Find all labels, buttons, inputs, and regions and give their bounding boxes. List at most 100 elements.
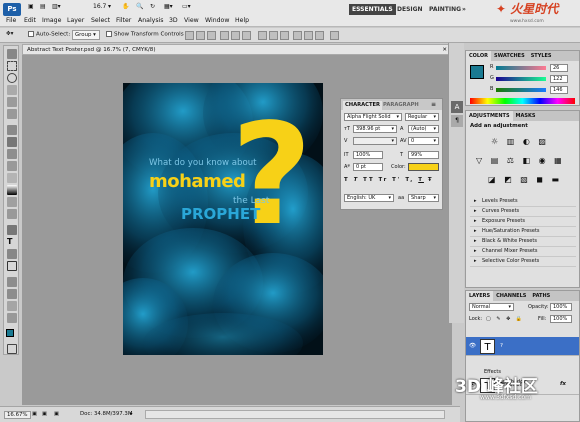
subscript-button[interactable]: T, bbox=[405, 177, 414, 183]
hand-tool-icon[interactable] bbox=[7, 301, 17, 311]
preset-levels[interactable]: Levels Presets bbox=[470, 197, 576, 207]
quick-mask-icon[interactable] bbox=[7, 344, 17, 354]
tab-paragraph[interactable]: PARAGRAPH bbox=[381, 101, 421, 110]
move-tool-preset-icon[interactable]: ✥▾ bbox=[6, 31, 14, 37]
blur-tool-icon[interactable] bbox=[7, 197, 17, 207]
history-brush-tool-icon[interactable] bbox=[7, 161, 17, 171]
view-extras-icon[interactable]: ▥▾ bbox=[52, 3, 61, 10]
document-tab[interactable]: Abstract Text Poster.psd @ 16.7% (7, CMY… bbox=[22, 44, 452, 55]
screen-mode-icon[interactable]: ▭▾ bbox=[182, 3, 191, 10]
crop-tool-icon[interactable] bbox=[7, 97, 17, 107]
workspace-design[interactable]: DESIGN bbox=[394, 4, 426, 15]
superscript-button[interactable]: T' bbox=[392, 177, 401, 183]
align-left-icon[interactable] bbox=[220, 31, 229, 40]
3d-orbit-tool-icon[interactable] bbox=[7, 289, 17, 299]
workspace-essentials[interactable]: ESSENTIALS bbox=[349, 4, 396, 15]
adjustment-icons-row-2[interactable]: ▽ ▤ ⚖ ◧ ◉ ▦ bbox=[476, 156, 565, 165]
menu-edit[interactable]: Edit bbox=[24, 17, 36, 24]
font-family-dropdown[interactable]: Alpha Flight Solid ▾ bbox=[344, 113, 402, 121]
tracking-field[interactable]: 0 ▾ bbox=[408, 137, 439, 145]
auto-align-icon[interactable] bbox=[330, 31, 339, 40]
tab-color[interactable]: COLOR bbox=[466, 51, 492, 61]
font-style-dropdown[interactable]: Regular ▾ bbox=[405, 113, 439, 121]
align-bottom-icon[interactable] bbox=[207, 31, 216, 40]
3d-rotate-tool-icon[interactable] bbox=[7, 277, 17, 287]
layer-row-question[interactable]: 👁 T ? bbox=[466, 337, 579, 356]
horizontal-scrollbar[interactable] bbox=[145, 410, 445, 419]
all-caps-button[interactable]: TT bbox=[363, 177, 374, 183]
menu-image[interactable]: Image bbox=[42, 17, 61, 24]
foreground-color-swatch[interactable] bbox=[6, 329, 14, 337]
gradient-tool-icon[interactable] bbox=[7, 185, 17, 195]
vertical-scale-field[interactable]: 100% bbox=[353, 151, 383, 159]
rotate-view-icon[interactable]: ↻ bbox=[150, 3, 155, 10]
eyedropper-tool-icon[interactable] bbox=[7, 109, 17, 119]
menu-window[interactable]: Window bbox=[205, 17, 229, 24]
strikethrough-button[interactable]: Ŧ bbox=[428, 177, 434, 183]
zoom-tool-icon[interactable]: 🔍 bbox=[136, 3, 143, 10]
type-tool-icon[interactable]: T bbox=[7, 237, 17, 247]
g-slider[interactable] bbox=[496, 77, 546, 81]
text-color-swatch[interactable] bbox=[408, 163, 439, 171]
r-value[interactable]: 26 bbox=[550, 64, 568, 72]
preset-selective-color[interactable]: Selective Color Presets bbox=[470, 257, 576, 267]
opacity-field[interactable]: 100% bbox=[550, 303, 572, 311]
auto-select-checkbox[interactable]: Auto-Select: bbox=[28, 31, 70, 38]
faux-italic-button[interactable]: T bbox=[354, 177, 360, 183]
shape-tool-icon[interactable] bbox=[7, 261, 17, 271]
path-select-tool-icon[interactable] bbox=[7, 249, 17, 259]
baseline-shift-field[interactable]: 0 pt bbox=[353, 163, 383, 171]
mini-bridge-icon[interactable]: ▤ bbox=[40, 3, 46, 10]
fill-field[interactable]: 100% bbox=[550, 315, 572, 323]
menu-filter[interactable]: Filter bbox=[116, 17, 131, 24]
adjustment-icons-row-1[interactable]: ☼ ▥ ◐ ▨ bbox=[491, 137, 549, 146]
distribute-right-icon[interactable] bbox=[315, 31, 324, 40]
tab-layers[interactable]: LAYERS bbox=[466, 291, 494, 301]
tab-swatches[interactable]: SWATCHES bbox=[491, 53, 528, 59]
marquee-tool-icon[interactable] bbox=[7, 61, 17, 71]
clone-stamp-tool-icon[interactable] bbox=[7, 149, 17, 159]
workspace-more-icon[interactable]: » bbox=[459, 4, 469, 15]
eraser-tool-icon[interactable] bbox=[7, 173, 17, 183]
show-transform-checkbox[interactable]: Show Transform Controls bbox=[106, 31, 184, 38]
tab-character[interactable]: CHARACTER bbox=[343, 101, 383, 110]
zoom-dropdown-icon[interactable]: ▾ bbox=[108, 3, 111, 10]
healing-brush-tool-icon[interactable] bbox=[7, 125, 17, 135]
layer-name[interactable]: ? bbox=[500, 343, 503, 349]
language-dropdown[interactable]: English: UK ▾ bbox=[344, 194, 394, 202]
color-spectrum-ramp[interactable] bbox=[470, 98, 575, 104]
align-hcenter-icon[interactable] bbox=[231, 31, 240, 40]
pen-tool-icon[interactable] bbox=[7, 225, 17, 235]
layer-fx-icon[interactable]: fx bbox=[560, 381, 566, 387]
align-vcenter-icon[interactable] bbox=[196, 31, 205, 40]
adjustment-icons-row-3[interactable]: ◪ ◩ ▧ ◼ ▬ bbox=[488, 175, 562, 184]
menu-select[interactable]: Select bbox=[91, 17, 110, 24]
distribute-vcenter-icon[interactable] bbox=[269, 31, 278, 40]
poster-canvas[interactable]: ? What do you know about mohamed the Las… bbox=[123, 83, 323, 355]
menu-view[interactable]: View bbox=[184, 17, 199, 24]
preset-black-white[interactable]: Black & White Presets bbox=[470, 237, 576, 247]
preset-curves[interactable]: Curves Presets bbox=[470, 207, 576, 217]
auto-select-dropdown[interactable]: Group ▾ bbox=[72, 30, 100, 40]
kerning-field[interactable]: ▾ bbox=[353, 137, 397, 145]
character-panel-icon[interactable]: A bbox=[451, 101, 463, 113]
leading-field[interactable]: (Auto) ▾ bbox=[408, 125, 439, 133]
tab-masks[interactable]: MASKS bbox=[513, 113, 539, 119]
b-slider[interactable] bbox=[496, 88, 546, 92]
zoom-tool-icon[interactable] bbox=[7, 313, 17, 323]
panel-menu-icon[interactable]: ≡ bbox=[431, 101, 436, 108]
brush-tool-icon[interactable] bbox=[7, 137, 17, 147]
distribute-bottom-icon[interactable] bbox=[280, 31, 289, 40]
tab-adjustments[interactable]: ADJUSTMENTS bbox=[466, 111, 513, 121]
distribute-top-icon[interactable] bbox=[258, 31, 267, 40]
tab-paths[interactable]: PATHS bbox=[529, 293, 553, 299]
hand-tool-icon[interactable]: ✋ bbox=[122, 3, 129, 10]
bridge-icon[interactable]: ▣ bbox=[28, 3, 34, 10]
tab-styles[interactable]: STYLES bbox=[528, 53, 555, 59]
menu-3d[interactable]: 3D bbox=[169, 17, 178, 24]
align-right-icon[interactable] bbox=[242, 31, 251, 40]
tab-channels[interactable]: CHANNELS bbox=[493, 293, 529, 299]
dodge-tool-icon[interactable] bbox=[7, 209, 17, 219]
lasso-tool-icon[interactable] bbox=[7, 73, 17, 83]
align-top-icon[interactable] bbox=[185, 31, 194, 40]
